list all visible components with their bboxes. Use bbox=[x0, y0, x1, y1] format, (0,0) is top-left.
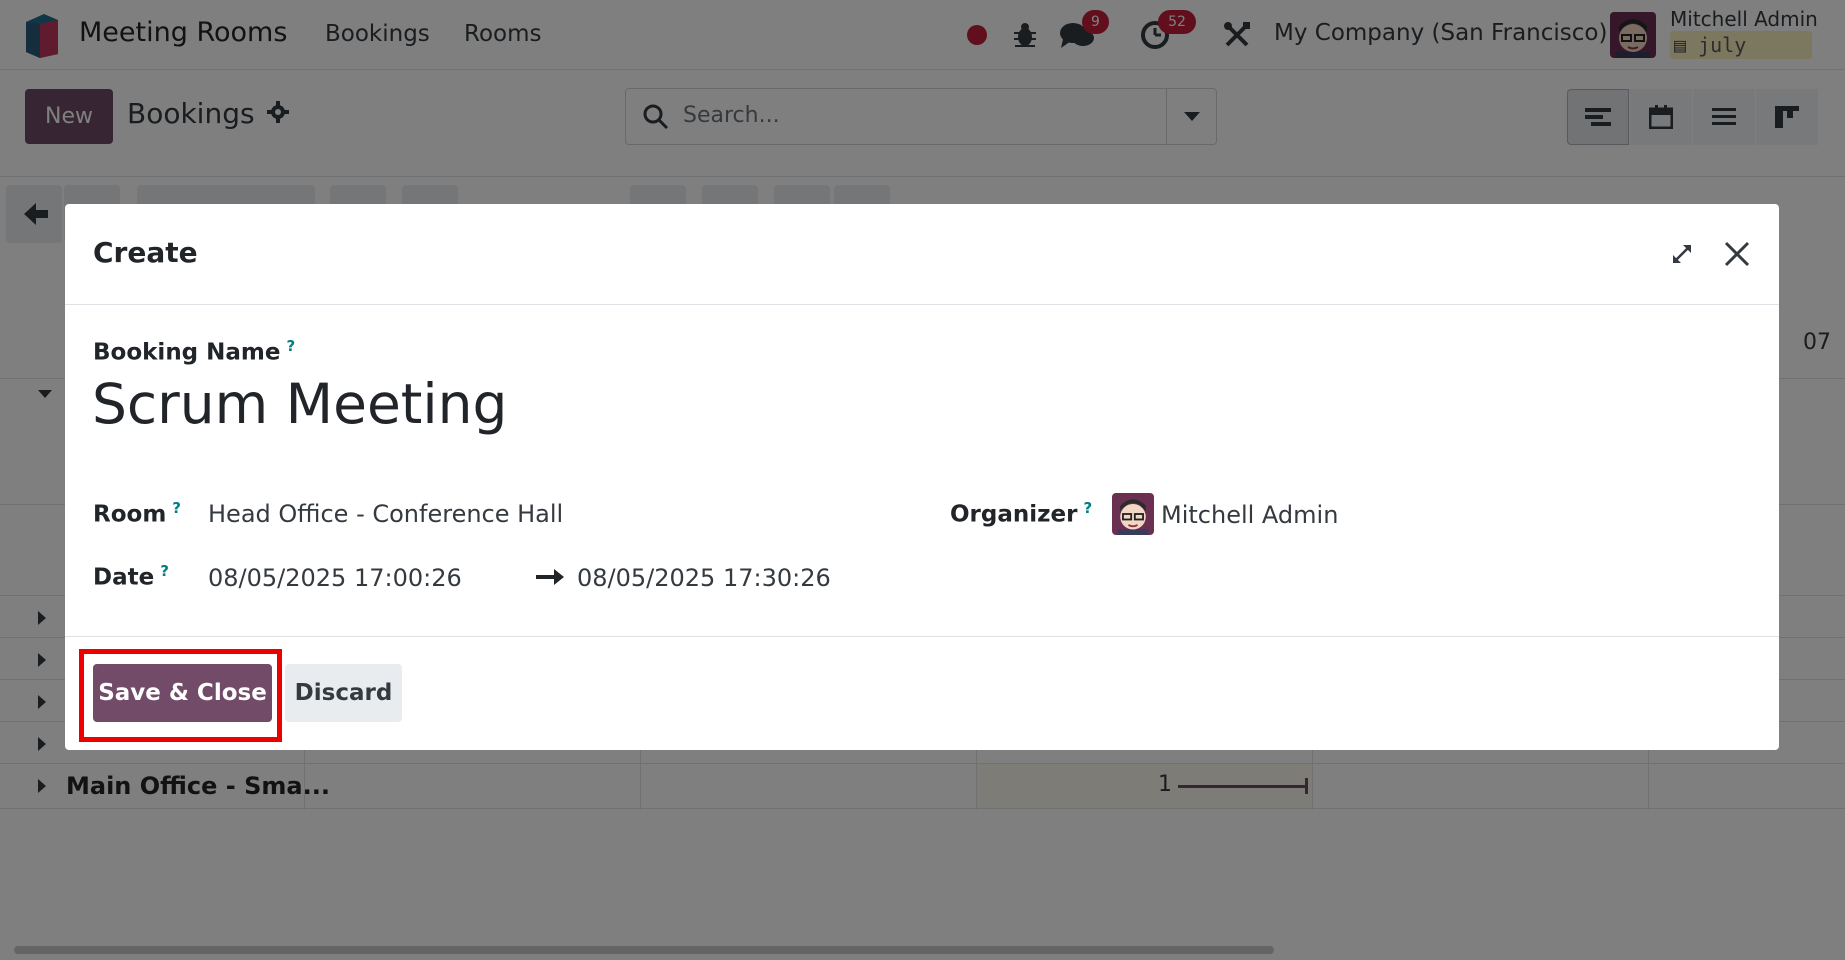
arrow-right-icon bbox=[536, 569, 564, 589]
room-label: Room? bbox=[93, 499, 181, 528]
room-help-icon[interactable]: ? bbox=[172, 499, 181, 517]
room-field[interactable]: Head Office - Conference Hall bbox=[208, 500, 563, 528]
date-start-field[interactable]: 08/05/2025 17:00:26 bbox=[208, 564, 462, 592]
dialog-header: Create bbox=[65, 204, 1779, 305]
date-help-icon[interactable]: ? bbox=[160, 562, 169, 580]
room-label-text: Room bbox=[93, 501, 167, 528]
dialog-title: Create bbox=[93, 236, 198, 269]
organizer-avatar bbox=[1112, 493, 1154, 535]
organizer-label: Organizer? bbox=[950, 499, 1092, 528]
date-label-text: Date bbox=[93, 564, 155, 591]
expand-icon[interactable] bbox=[1662, 234, 1702, 274]
organizer-label-text: Organizer bbox=[950, 501, 1078, 528]
create-dialog: Create Booking Name? Scrum Meeting Room?… bbox=[65, 204, 1779, 750]
booking-name-label: Booking Name? bbox=[93, 337, 295, 366]
discard-button[interactable]: Discard bbox=[285, 664, 402, 722]
booking-name-input[interactable]: Scrum Meeting bbox=[92, 372, 507, 436]
save-close-button[interactable]: Save & Close bbox=[93, 664, 272, 722]
date-end-field[interactable]: 08/05/2025 17:30:26 bbox=[577, 564, 831, 592]
booking-name-help-icon[interactable]: ? bbox=[287, 337, 296, 355]
organizer-help-icon[interactable]: ? bbox=[1083, 499, 1092, 517]
close-icon[interactable] bbox=[1717, 234, 1757, 274]
date-label: Date? bbox=[93, 562, 169, 591]
organizer-field[interactable]: Mitchell Admin bbox=[1161, 501, 1338, 529]
booking-name-label-text: Booking Name bbox=[93, 339, 281, 366]
